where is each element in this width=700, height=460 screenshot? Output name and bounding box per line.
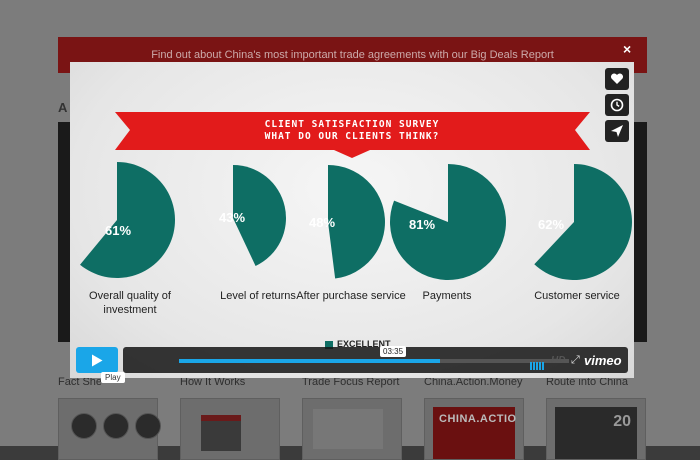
thumb-text-route: 20 bbox=[613, 413, 631, 430]
thumb-text-china-action: CHINA.ACTIO bbox=[439, 413, 517, 425]
progress-track[interactable] bbox=[179, 359, 569, 363]
vimeo-logo[interactable]: vimeo bbox=[584, 353, 622, 368]
progress-played bbox=[179, 359, 441, 363]
clock-icon bbox=[610, 98, 624, 112]
thumb-route-china[interactable]: 20 bbox=[546, 398, 646, 460]
value-label-1: 43% bbox=[218, 210, 246, 225]
play-tooltip: Play bbox=[101, 372, 125, 383]
value-label-3: 81% bbox=[408, 217, 436, 232]
thumb-trade-focus[interactable] bbox=[302, 398, 402, 460]
fullscreen-icon[interactable]: ⤢ bbox=[571, 354, 580, 367]
report-cover bbox=[313, 409, 383, 449]
time-tooltip: 03:35 bbox=[380, 346, 407, 357]
watch-later-button[interactable] bbox=[605, 94, 629, 116]
close-icon[interactable]: × bbox=[623, 41, 631, 57]
chart-title: CLIENT SATISFACTION SURVEY bbox=[264, 119, 440, 130]
chart-subtitle: WHAT DO OUR CLIENTS THINK? bbox=[264, 131, 440, 142]
hd-toggle[interactable]: HD bbox=[551, 355, 565, 366]
category-label-4: Customer service bbox=[534, 290, 620, 302]
heart-icon bbox=[610, 73, 624, 84]
thumb-how-it-works[interactable] bbox=[180, 398, 280, 460]
like-button[interactable] bbox=[605, 68, 629, 90]
video-modal[interactable]: CLIENT SATISFACTION SURVEY WHAT DO OUR C… bbox=[70, 62, 634, 378]
share-button[interactable] bbox=[605, 120, 629, 142]
value-label-2: 48% bbox=[308, 215, 336, 230]
value-label-4: 62% bbox=[537, 217, 565, 232]
send-icon bbox=[611, 125, 623, 137]
thumb-china-action[interactable]: CHINA.ACTIO bbox=[424, 398, 524, 460]
thumb-fact-sheet[interactable] bbox=[58, 398, 161, 460]
play-icon bbox=[92, 354, 103, 366]
player-controls bbox=[76, 347, 628, 373]
play-button[interactable] bbox=[76, 347, 118, 373]
category-label-0: Overall quality of investment bbox=[89, 290, 171, 316]
category-label-3: Payments bbox=[422, 290, 472, 302]
section-heading-fragment: A bbox=[58, 100, 68, 115]
pie-slice-0 bbox=[80, 162, 175, 278]
volume-icon[interactable] bbox=[530, 357, 545, 375]
value-label-0: 61% bbox=[104, 223, 132, 238]
